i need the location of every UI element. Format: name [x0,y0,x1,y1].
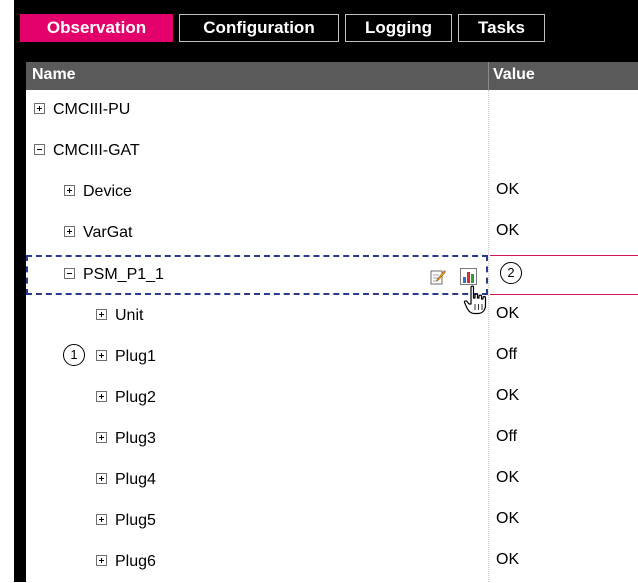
row-label: CMCIII-GAT [53,142,140,159]
row-value: OK [496,510,520,527]
expand-icon[interactable] [96,391,107,402]
row-label: VarGat [83,224,133,241]
row-label: Unit [115,307,144,324]
column-divider[interactable] [488,62,489,90]
tree-row-plug3[interactable]: Plug3 Off [26,419,638,460]
selected-row-focus-outline [26,255,488,295]
row-value: OK [496,181,520,198]
expand-icon[interactable] [64,226,75,237]
row-label: Plug5 [115,512,156,529]
tab-observation[interactable]: Observation [20,14,173,42]
collapse-icon[interactable] [34,144,45,155]
column-header-name[interactable]: Name [32,62,76,87]
row-label: Plug2 [115,389,156,406]
row-value: OK [496,551,520,568]
tree-row-cmciii-gat[interactable]: CMCIII-GAT [26,131,638,172]
row-label: Device [83,183,132,200]
expand-icon[interactable] [96,309,107,320]
row-label: Plug3 [115,430,156,447]
expand-icon[interactable] [64,185,75,196]
row-value: Off [496,346,518,363]
expand-icon[interactable] [96,514,107,525]
tab-configuration[interactable]: Configuration [179,14,339,42]
row-label: CMCIII-PU [53,101,131,118]
grid-header: Name Value [26,62,638,90]
expand-icon[interactable] [96,555,107,566]
row-value: OK [496,387,520,404]
tree-row-plug6[interactable]: Plug6 OK [26,542,638,583]
tree-row-unit[interactable]: Unit OK [26,296,638,337]
callout-marker-1: 1 [63,344,85,366]
tree-row-plug4[interactable]: Plug4 OK [26,460,638,501]
row-value: Off [496,428,518,445]
tree-row-plug5[interactable]: Plug5 OK [26,501,638,542]
column-header-value[interactable]: Value [493,62,535,87]
row-value: OK [496,469,520,486]
row-value: OK [496,305,520,322]
edit-icon[interactable] [430,269,446,285]
observation-view: Observation Configuration Logging Tasks … [0,0,638,582]
row-label: Plug6 [115,553,156,570]
expand-icon[interactable] [96,350,107,361]
row-label: Plug1 [115,348,156,365]
tree-row-cmciii-pu[interactable]: CMCIII-PU [26,90,638,131]
tree-row-vargat[interactable]: VarGat OK [26,213,638,254]
tab-logging[interactable]: Logging [345,14,452,42]
tree-row-plug1[interactable]: Plug1 Off [26,337,638,378]
chart-icon[interactable] [460,268,477,285]
callout-marker-2: 2 [500,262,522,284]
row-label: Plug4 [115,471,156,488]
tab-bar: Observation Configuration Logging Tasks [14,0,638,48]
tab-tasks[interactable]: Tasks [458,14,545,42]
hand-pointer-icon [463,285,487,315]
tree-grid: Name Value CMCIII-PU CMCIII-GAT Device O… [26,62,638,582]
tree-row-plug2[interactable]: Plug2 OK [26,378,638,419]
expand-icon[interactable] [96,473,107,484]
tree-row-device[interactable]: Device OK [26,172,638,213]
expand-icon[interactable] [34,103,45,114]
expand-icon[interactable] [96,432,107,443]
row-value: OK [496,222,520,239]
